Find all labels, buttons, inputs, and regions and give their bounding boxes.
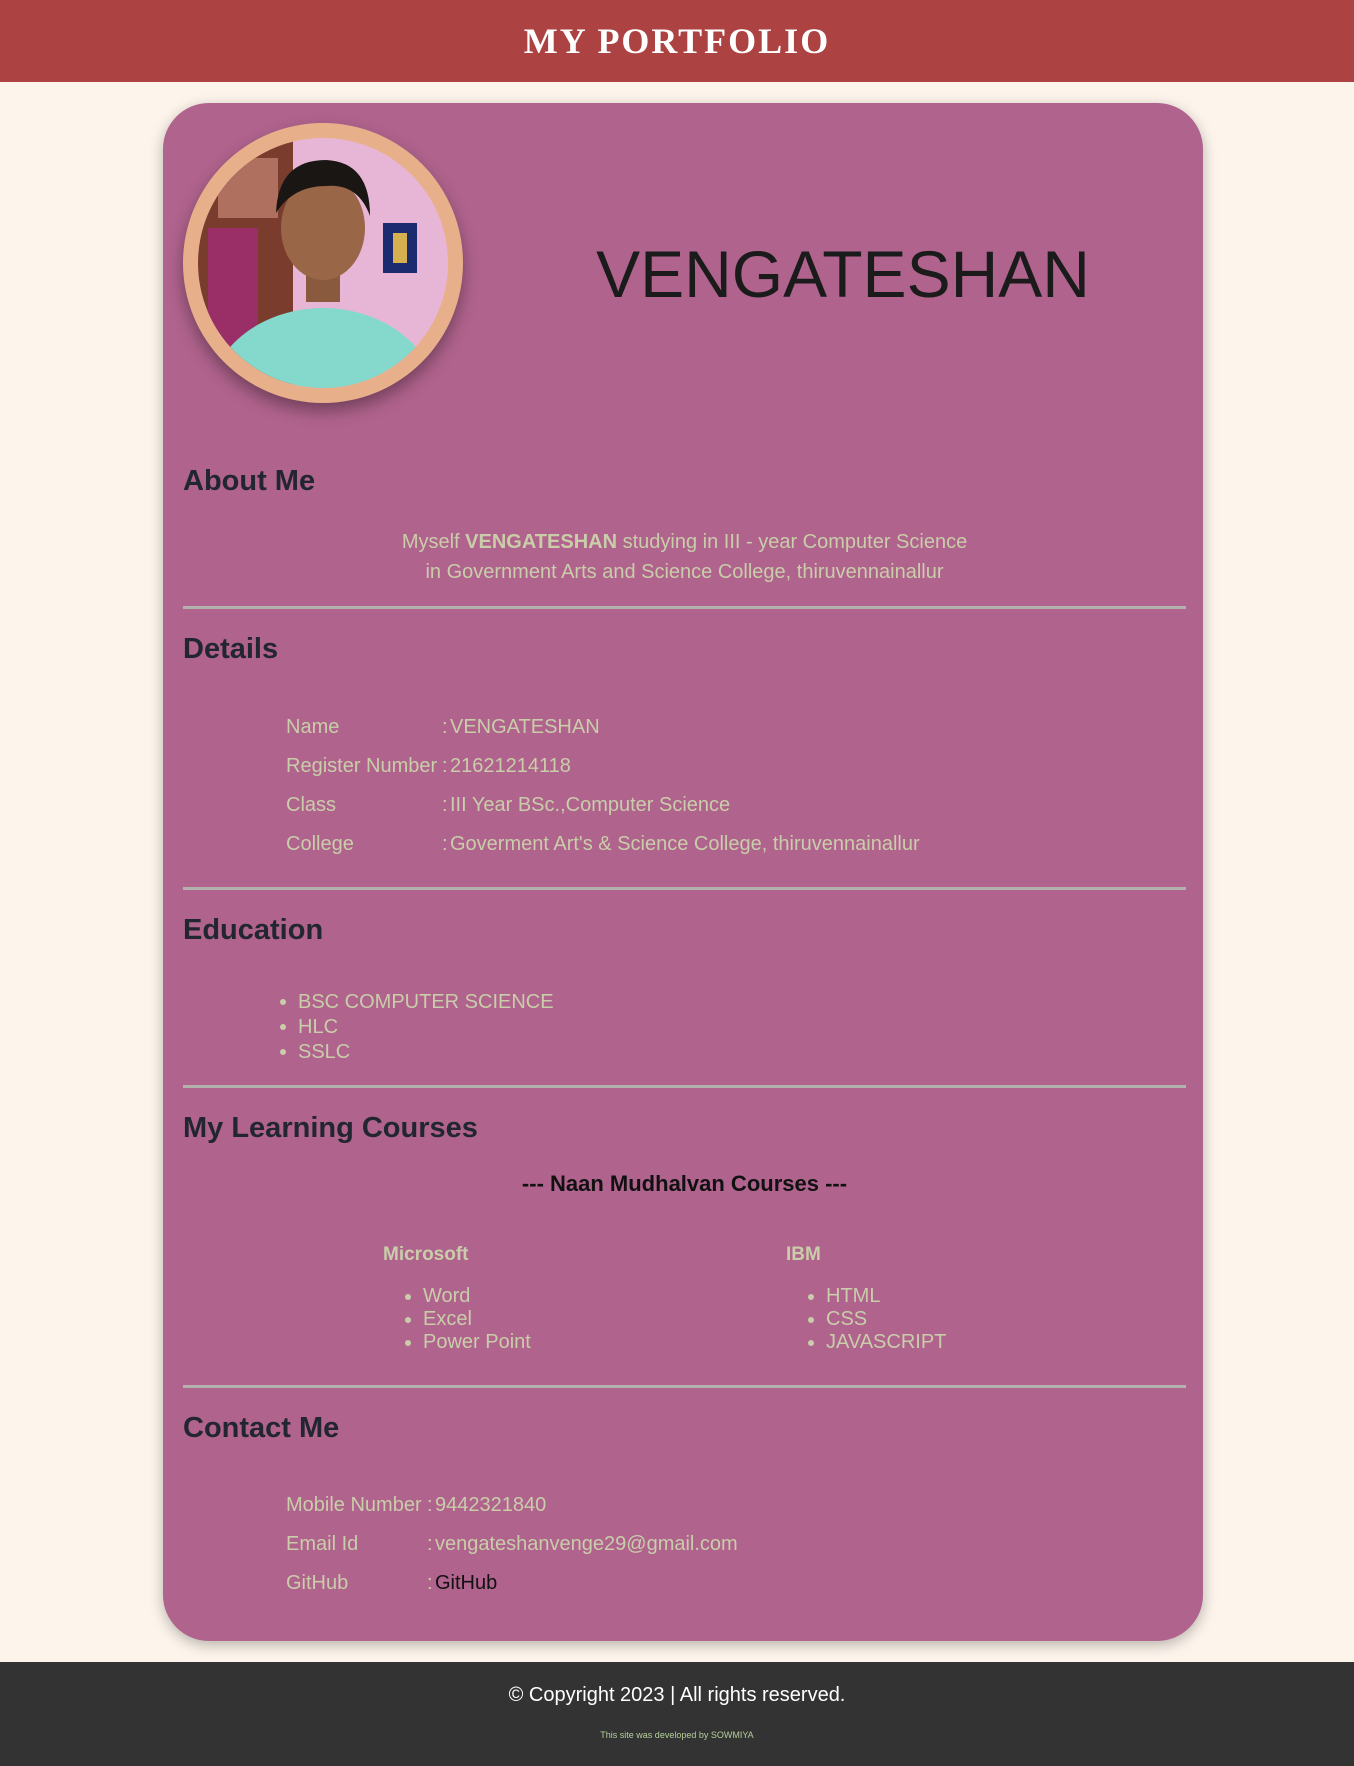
course-item: Excel — [403, 1308, 531, 1331]
contact-separator: : — [427, 1533, 433, 1555]
courses-subtitle: --- Naan Mudhalvan Courses --- — [521, 1171, 848, 1196]
about-title: About Me — [183, 465, 316, 497]
course-item: Word — [403, 1285, 531, 1308]
ibm-course-list: HTML CSS JAVASCRIPT — [806, 1285, 946, 1354]
contact-title: Contact Me — [183, 1412, 340, 1444]
about-line-1: Myself VENGATESHAN studying in III - yea… — [183, 527, 1186, 557]
education-item: HLC — [278, 1015, 554, 1040]
microsoft-course-list: Word Excel Power Point — [403, 1285, 531, 1354]
portfolio-card: VENGATESHAN About Me Myself VENGATESHAN … — [163, 103, 1203, 1641]
about-text: Myself VENGATESHAN studying in III - yea… — [183, 527, 1186, 587]
profile-avatar — [183, 123, 463, 403]
contact-mobile-value: 9442321840 — [435, 1494, 547, 1516]
course-item: Power Point — [403, 1331, 531, 1354]
details-value: 21621214118 — [450, 755, 571, 777]
course-item: HTML — [806, 1285, 946, 1308]
education-item: SSLC — [278, 1040, 554, 1065]
course-item: JAVASCRIPT — [806, 1331, 946, 1354]
contact-separator: : — [427, 1572, 433, 1594]
profile-name: VENGATESHAN — [596, 237, 1090, 311]
section-divider — [183, 606, 1186, 609]
course-group-microsoft: Microsoft — [383, 1244, 469, 1265]
courses-title: My Learning Courses — [183, 1112, 478, 1144]
details-value: VENGATESHAN — [450, 716, 600, 738]
details-label: Register Number — [286, 755, 438, 777]
details-value: Goverment Art's & Science College, thiru… — [450, 833, 920, 855]
education-title: Education — [183, 914, 324, 946]
profile-photo — [198, 138, 448, 388]
site-title: MY PORTFOLIO — [523, 21, 831, 61]
about-prefix: Myself — [401, 531, 466, 553]
details-separator: : — [442, 716, 448, 738]
details-separator: : — [442, 833, 448, 855]
contact-separator: : — [427, 1494, 433, 1516]
education-item: BSC COMPUTER SCIENCE — [278, 990, 554, 1015]
details-separator: : — [442, 755, 448, 777]
details-label: Name — [286, 716, 340, 738]
contact-label: Email Id — [286, 1533, 359, 1555]
about-name-bold: VENGATESHAN — [465, 531, 618, 553]
contact-label: GitHub — [286, 1572, 349, 1594]
details-label: College — [286, 833, 354, 855]
section-divider — [183, 1085, 1186, 1088]
details-label: Class — [286, 794, 337, 816]
copyright-text: © Copyright 2023 | All rights reserved. — [508, 1684, 846, 1706]
contact-label: Mobile Number — [286, 1494, 422, 1516]
github-link[interactable]: GitHub — [435, 1572, 497, 1595]
education-list: BSC COMPUTER SCIENCE HLC SSLC — [278, 990, 554, 1065]
section-divider — [183, 1385, 1186, 1388]
section-divider — [183, 887, 1186, 890]
about-line-2: in Government Arts and Science College, … — [425, 561, 944, 583]
details-separator: : — [442, 794, 448, 816]
details-value: III Year BSc.,Computer Science — [450, 794, 731, 816]
about-line1-rest: studying in III - year Computer Science — [617, 531, 968, 553]
site-footer: © Copyright 2023 | All rights reserved. … — [0, 1662, 1354, 1766]
contact-email-value: vengateshanvenge29@gmail.com — [435, 1533, 738, 1555]
site-header: MY PORTFOLIO — [0, 0, 1354, 82]
course-group-ibm: IBM — [786, 1244, 821, 1265]
developer-credit: This site was developed by SOWMIYA — [600, 1730, 754, 1740]
course-item: CSS — [806, 1308, 946, 1331]
details-title: Details — [183, 633, 279, 665]
